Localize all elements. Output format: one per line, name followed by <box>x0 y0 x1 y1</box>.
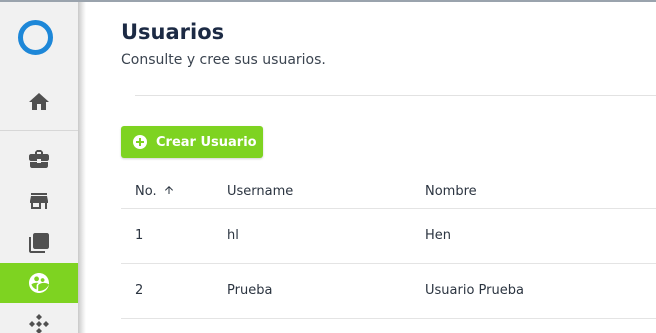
sidebar <box>0 2 78 333</box>
sidebar-item-users[interactable] <box>0 263 78 303</box>
sidebar-item-business[interactable] <box>0 139 78 179</box>
users-table: No. Username Nombre 1 hl Hen 2 Prueba Us… <box>121 172 656 319</box>
header-divider <box>135 95 656 96</box>
cell-username: hl <box>227 228 239 243</box>
briefcase-icon <box>29 150 49 168</box>
layers-icon <box>29 233 49 253</box>
column-header-username[interactable]: Username <box>227 184 293 199</box>
column-header-no[interactable]: No. <box>135 184 175 199</box>
cell-username: Prueba <box>227 283 273 298</box>
sidebar-divider <box>0 130 78 131</box>
table-row[interactable]: 1 hl Hen <box>121 209 656 264</box>
sidebar-item-home[interactable] <box>0 82 78 122</box>
cell-no: 1 <box>135 228 144 243</box>
sidebar-item-catalog[interactable] <box>0 223 78 263</box>
sidebar-shadow <box>78 2 86 333</box>
store-icon <box>30 193 48 209</box>
logo-icon[interactable] <box>18 20 53 55</box>
column-header-name[interactable]: Nombre <box>425 184 477 199</box>
network-icon <box>29 314 49 333</box>
column-header-no-label: No. <box>135 184 157 199</box>
table-header-row: No. Username Nombre <box>121 172 656 209</box>
add-circle-icon <box>133 135 147 149</box>
create-user-button[interactable]: Crear Usuario <box>121 126 263 158</box>
sidebar-item-store[interactable] <box>0 181 78 221</box>
cell-no: 2 <box>135 283 144 298</box>
top-border <box>0 0 656 2</box>
create-user-button-label: Crear Usuario <box>156 134 257 150</box>
table-row[interactable]: 2 Prueba Usuario Prueba <box>121 264 656 319</box>
users-icon <box>29 273 49 293</box>
page-title: Usuarios <box>121 20 225 44</box>
page-subtitle: Consulte y cree sus usuarios. <box>121 52 326 68</box>
sort-arrow-up-icon <box>163 184 175 196</box>
sidebar-item-network[interactable] <box>0 304 78 333</box>
cell-name: Usuario Prueba <box>425 283 524 298</box>
cell-name: Hen <box>425 228 452 243</box>
home-icon <box>29 93 49 110</box>
